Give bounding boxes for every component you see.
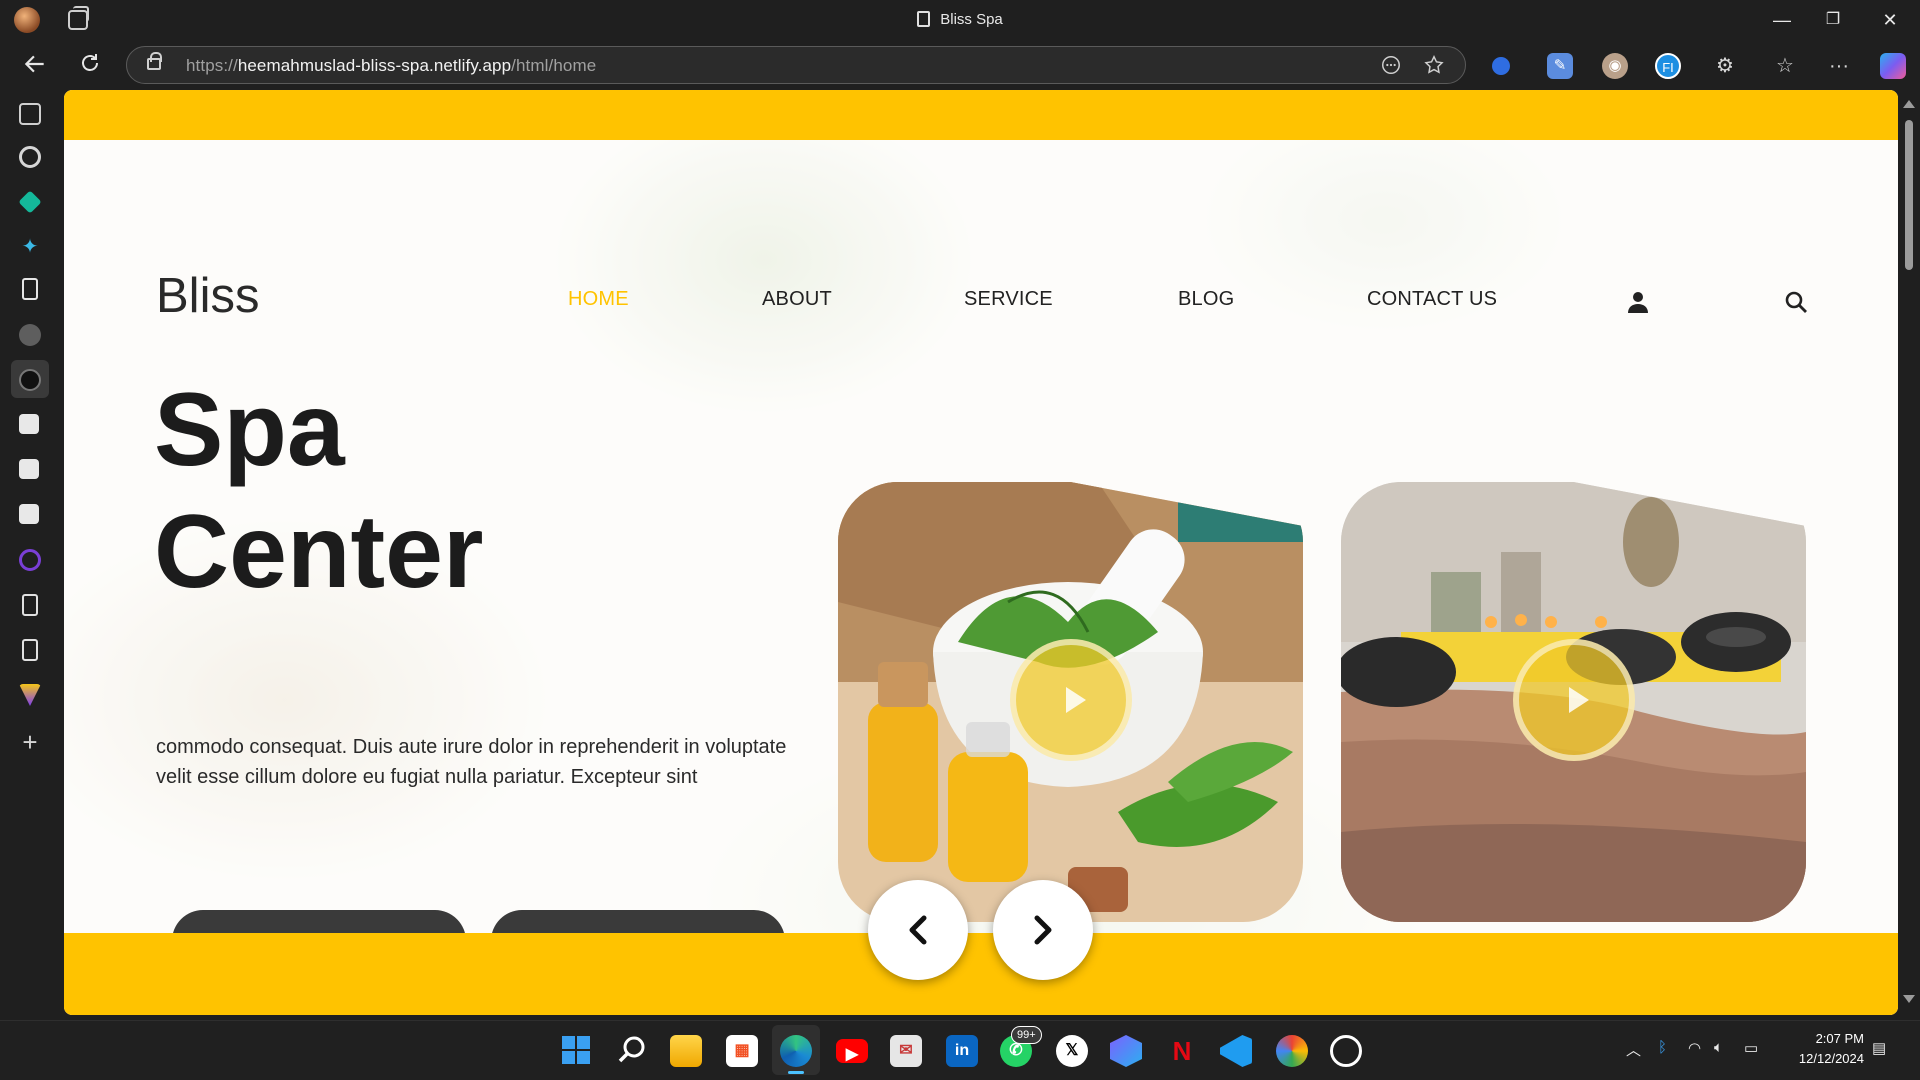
restore-button[interactable]: ❐ (1813, 6, 1853, 34)
edge-browser-icon[interactable] (780, 1035, 812, 1067)
whatsapp-notification-badge: 99+ (1011, 1026, 1042, 1044)
sidebar-bookmark-3-icon[interactable] (19, 504, 39, 524)
play-button-icon[interactable] (1513, 639, 1635, 761)
sidebar-sparkle-icon[interactable]: ✦ (19, 236, 41, 258)
windows-taskbar: ▦ ▶ ✉ in ✆ 99+ 𝕏 N ︿ ᛒ ◠ 🔈︎ ▭ 2:07 PM 12… (0, 1020, 1920, 1080)
sidebar-purple-icon[interactable] (19, 549, 41, 571)
extension-owl-icon[interactable]: ◉ (1602, 53, 1628, 79)
nav-service[interactable]: SERVICE (964, 288, 1053, 311)
mail-icon[interactable]: ✉ (890, 1035, 922, 1067)
scroll-up-arrow-icon[interactable] (1903, 100, 1915, 108)
scroll-down-arrow-icon[interactable] (1903, 995, 1915, 1003)
x-twitter-icon[interactable]: 𝕏 (1056, 1035, 1088, 1067)
bottom-yellow-band (64, 933, 1898, 1015)
window-title-text: Bliss Spa (940, 11, 1003, 28)
slider-next-button[interactable] (993, 880, 1093, 980)
tray-chevron-up-icon[interactable]: ︿ (1626, 1039, 1641, 1060)
back-arrow-icon[interactable] (20, 51, 50, 81)
nav-about[interactable]: ABOUT (762, 288, 832, 311)
read-more-button[interactable]: READ MORE (491, 910, 785, 933)
photos-icon[interactable] (1276, 1035, 1308, 1067)
browser-toolbar: https://heemahmuslad-bliss-spa.netlify.a… (0, 40, 1920, 90)
sidebar-chatgpt-icon[interactable] (19, 146, 41, 168)
volume-icon[interactable]: 🔈︎ (1714, 1039, 1723, 1056)
url-text[interactable]: https://heemahmuslad-bliss-spa.netlify.a… (186, 56, 596, 76)
sidebar-bookmark-1-icon[interactable] (19, 414, 39, 434)
start-windows-icon[interactable] (560, 1035, 592, 1067)
url-path: /html/home (511, 56, 597, 75)
top-yellow-band (64, 90, 1898, 140)
extension-fi-icon[interactable]: FI (1655, 53, 1681, 79)
notifications-icon[interactable]: ▤ (1872, 1039, 1886, 1057)
page-scrollbar[interactable] (1898, 90, 1920, 1015)
video-card-herbal[interactable] (838, 482, 1303, 922)
web-page: Bliss HOME ABOUT SERVICE BLOG CONTACT US… (64, 90, 1898, 1015)
window-title-bar: Bliss Spa — ❐ ✕ (0, 0, 1920, 40)
url-host: heemahmuslad-bliss-spa.netlify.app (237, 56, 512, 75)
chatgpt-icon[interactable] (1330, 1035, 1362, 1067)
nav-home[interactable]: HOME (568, 288, 629, 311)
nav-contact-us[interactable]: CONTACT US (1367, 288, 1497, 311)
more-menu-icon[interactable]: ··· (1826, 53, 1852, 79)
window-title: Bliss Spa (0, 11, 1920, 28)
reading-view-icon[interactable] (1379, 54, 1403, 78)
file-explorer-icon[interactable] (670, 1035, 702, 1067)
lock-icon[interactable] (147, 52, 162, 70)
bluetooth-icon[interactable]: ᛒ (1658, 1039, 1667, 1056)
close-button[interactable]: ✕ (1870, 6, 1910, 34)
site-logo[interactable]: Bliss (156, 268, 259, 324)
chevron-left-icon (909, 915, 927, 945)
extensions-puzzle-icon[interactable]: ⚙ (1712, 53, 1738, 79)
favorite-star-icon[interactable] (1422, 54, 1446, 78)
page-icon (917, 11, 931, 27)
sidebar-circle-icon[interactable] (19, 324, 41, 346)
sidebar-document-icon[interactable] (22, 639, 38, 661)
netflix-icon[interactable]: N (1166, 1035, 1198, 1067)
sidebar-tabs-icon[interactable] (19, 103, 41, 125)
scroll-thumb[interactable] (1905, 120, 1913, 270)
url-prefix: https:// (186, 56, 238, 75)
play-button-icon[interactable] (1010, 639, 1132, 761)
copilot-app-icon[interactable] (1110, 1035, 1142, 1067)
extension-edit-icon[interactable]: ✎ (1547, 53, 1573, 79)
sidebar-bookmark-2-icon[interactable] (19, 459, 39, 479)
sidebar-doc-gear-icon[interactable] (22, 594, 38, 616)
hero-description: commodo consequat. Duis aute irure dolor… (156, 736, 787, 788)
clock-time: 2:07 PM (1815, 1031, 1864, 1046)
copilot-icon[interactable] (1880, 53, 1906, 79)
wifi-icon[interactable]: ◠ (1688, 1039, 1701, 1057)
contact-us-button[interactable]: CONTACT US (172, 910, 466, 933)
browser-sidebar: ✦ + (0, 90, 62, 1020)
clock-date: 12/12/2024 (1798, 1051, 1864, 1066)
sidebar-add-icon[interactable]: + (19, 729, 41, 755)
hero-section: Bliss HOME ABOUT SERVICE BLOG CONTACT US… (64, 140, 1898, 933)
linkedin-icon[interactable]: in (946, 1035, 978, 1067)
nav-blog[interactable]: BLOG (1178, 288, 1234, 311)
extension-blue-dot-icon[interactable] (1492, 57, 1510, 75)
youtube-icon[interactable]: ▶ (836, 1039, 868, 1063)
battery-icon[interactable]: ▭ (1744, 1039, 1758, 1057)
vscode-icon[interactable] (1220, 1035, 1252, 1067)
address-bar[interactable]: https://heemahmuslad-bliss-spa.netlify.a… (126, 46, 1466, 84)
microsoft-store-icon[interactable]: ▦ (726, 1035, 758, 1067)
sidebar-triangle-icon[interactable] (19, 369, 41, 391)
refresh-icon[interactable] (75, 51, 105, 81)
search-icon[interactable] (616, 1035, 648, 1067)
slider-prev-button[interactable] (868, 880, 968, 980)
user-icon[interactable] (1626, 290, 1650, 314)
minimize-button[interactable]: — (1762, 6, 1802, 34)
video-card-stones[interactable] (1341, 482, 1806, 922)
chevron-right-icon (1034, 915, 1052, 945)
search-icon[interactable] (1784, 290, 1808, 314)
sidebar-vite-icon[interactable] (19, 684, 41, 706)
headline-spa: Spa (154, 372, 345, 488)
favorites-icon[interactable]: ☆ (1772, 53, 1798, 79)
sidebar-app-teal-icon[interactable] (18, 190, 42, 214)
sidebar-page-icon[interactable] (22, 278, 38, 300)
system-clock[interactable]: 2:07 PM 12/12/2024 (1764, 1029, 1864, 1069)
headline-center: Center (154, 494, 484, 610)
